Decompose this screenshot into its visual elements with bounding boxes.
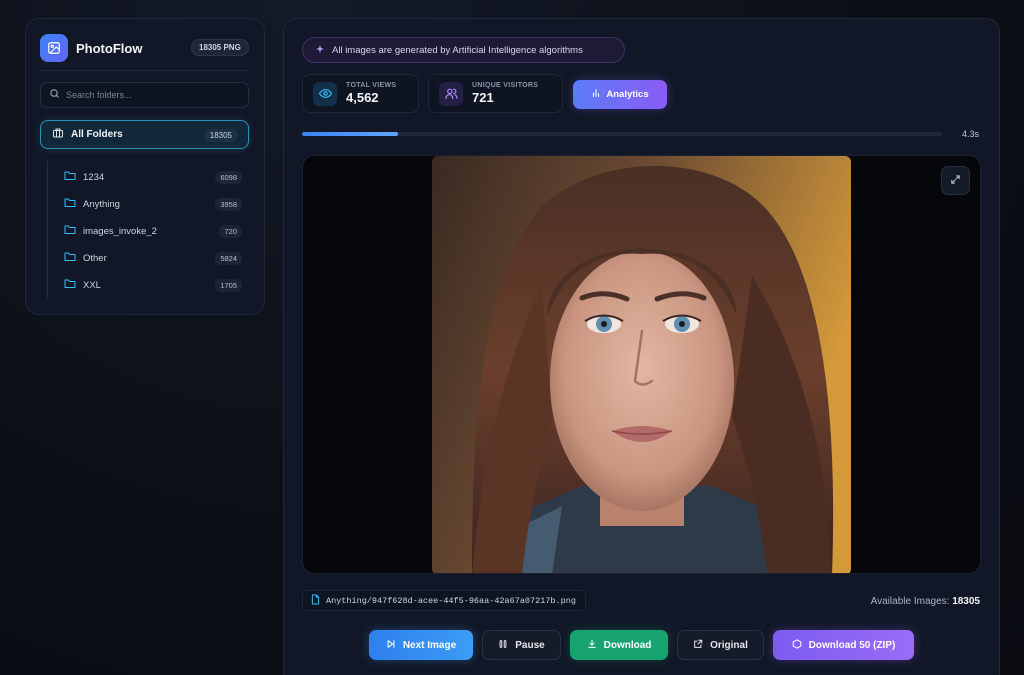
sidebar: PhotoFlow 18305 PNG All Folders 18305 12…: [25, 18, 265, 315]
download-icon: [587, 639, 597, 652]
brand-name: PhotoFlow: [76, 40, 143, 56]
download-zip-button[interactable]: Download 50 (ZIP): [773, 630, 914, 660]
eye-icon: [313, 81, 337, 106]
file-path-chip: Anything/947f628d-acee-44f5-96aa-42a67a0…: [302, 590, 586, 611]
file-path-text: Anything/947f628d-acee-44f5-96aa-42a67a0…: [326, 595, 576, 606]
folder-icon: [64, 168, 76, 186]
slideshow-timer: 4.3s: [962, 129, 980, 139]
ai-notice-banner: All images are generated by Artificial I…: [302, 37, 625, 63]
expand-icon: [950, 172, 961, 190]
folder-count-badge: 18305: [203, 129, 238, 142]
bar-chart-icon: [591, 88, 601, 101]
sidebar-item-folder[interactable]: images_invoke_2 720: [64, 221, 242, 241]
stat-label: TOTAL VIEWS: [346, 82, 397, 89]
folder-count-badge: 720: [219, 225, 242, 238]
sparkle-icon: [315, 41, 325, 59]
folder-count-badge: 6098: [215, 171, 242, 184]
next-image-label: Next Image: [402, 639, 457, 651]
folder-label: 1234: [83, 171, 105, 183]
download-zip-label: Download 50 (ZIP): [808, 639, 896, 651]
stat-unique-visitors: UNIQUE VISITORS 721: [428, 74, 563, 113]
folder-count-badge: 5824: [215, 252, 242, 265]
folder-icon: [64, 249, 76, 267]
analytics-button[interactable]: Analytics: [573, 80, 667, 109]
stat-value: 721: [472, 90, 494, 105]
download-button[interactable]: Download: [570, 630, 668, 660]
divider: [40, 70, 250, 71]
analytics-label: Analytics: [606, 89, 649, 100]
sidebar-item-folder[interactable]: 1234 6098: [64, 167, 242, 187]
sidebar-item-folder[interactable]: Anything 3958: [64, 194, 242, 214]
image-count-badge: 18305 PNG: [191, 39, 249, 56]
original-label: Original: [710, 639, 748, 651]
sidebar-item-all-folders[interactable]: All Folders 18305: [40, 120, 249, 149]
pause-label: Pause: [515, 639, 545, 651]
tree-line: [47, 161, 48, 298]
image-viewer: [302, 155, 981, 574]
stat-total-views: TOTAL VIEWS 4,562: [302, 74, 419, 113]
stat-value: 4,562: [346, 90, 379, 105]
stat-label: UNIQUE VISITORS: [472, 82, 539, 89]
main-panel: All images are generated by Artificial I…: [283, 18, 1000, 675]
action-bar: Next Image Pause Download Original Downl…: [369, 630, 923, 660]
available-count: 18305: [952, 596, 980, 607]
folder-label: Anything: [83, 198, 120, 210]
folder-icon: [64, 222, 76, 240]
sidebar-item-folder[interactable]: XXL 1705: [64, 275, 242, 295]
folders-icon: [52, 126, 64, 144]
file-icon: [311, 592, 320, 610]
image-icon: [40, 34, 68, 62]
available-label: Available Images:: [870, 596, 950, 607]
folder-count-badge: 1705: [215, 279, 242, 292]
package-icon: [792, 638, 802, 652]
fullscreen-button[interactable]: [941, 166, 970, 195]
sidebar-item-label: All Folders: [71, 129, 123, 140]
folder-label: images_invoke_2: [83, 225, 157, 237]
pause-icon: [498, 639, 508, 652]
folder-label: Other: [83, 252, 107, 264]
download-label: Download: [603, 639, 652, 651]
ai-notice-text: All images are generated by Artificial I…: [332, 44, 583, 56]
original-button[interactable]: Original: [677, 630, 764, 660]
search-input[interactable]: [66, 90, 236, 100]
sidebar-item-folder[interactable]: Other 5824: [64, 248, 242, 268]
folder-icon: [64, 195, 76, 213]
external-link-icon: [693, 639, 703, 652]
portrait-photo[interactable]: [432, 156, 851, 573]
slideshow-progress-bar: [302, 132, 942, 136]
search-icon: [49, 86, 60, 104]
folder-icon: [64, 276, 76, 294]
users-icon: [439, 81, 463, 106]
folder-search[interactable]: [40, 82, 249, 108]
folder-label: XXL: [83, 279, 101, 291]
progress-fill: [302, 132, 398, 136]
brand[interactable]: PhotoFlow: [40, 34, 142, 62]
next-image-button[interactable]: Next Image: [369, 630, 473, 660]
pause-button[interactable]: Pause: [482, 630, 561, 660]
available-images: Available Images: 18305: [871, 596, 980, 607]
folder-count-badge: 3958: [215, 198, 242, 211]
skip-next-icon: [386, 639, 396, 652]
